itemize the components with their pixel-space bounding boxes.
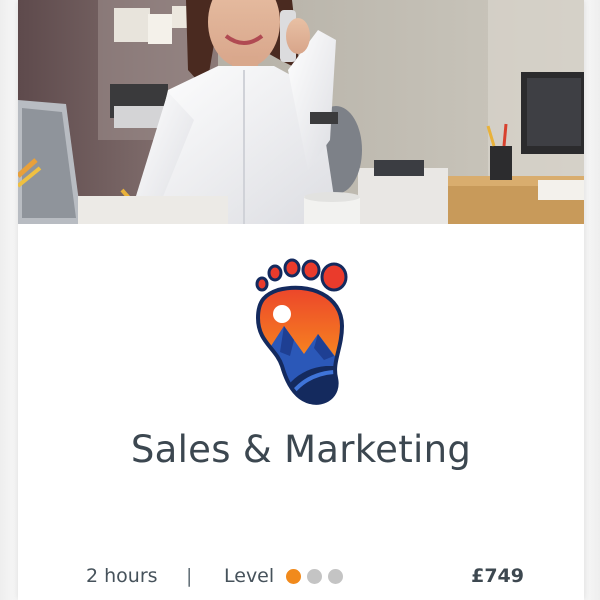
level-dot-filled: [286, 569, 301, 584]
course-meta: 2 hours | Level £749: [18, 563, 584, 593]
level-dot-empty: [307, 569, 322, 584]
level-dot-empty: [328, 569, 343, 584]
footprint-mountain-logo-icon: [250, 256, 350, 406]
course-price: £749: [471, 565, 524, 587]
meta-separator: |: [186, 565, 193, 587]
page: Sales & Marketing 2 hours | Level £749: [0, 0, 600, 600]
course-title[interactable]: Sales & Marketing: [18, 428, 584, 471]
course-card[interactable]: Sales & Marketing 2 hours | Level £749: [18, 0, 584, 600]
course-duration: 2 hours: [86, 565, 158, 587]
hero-photo: [18, 0, 584, 224]
level-label: Level: [224, 565, 275, 587]
level-indicator: [286, 569, 343, 584]
